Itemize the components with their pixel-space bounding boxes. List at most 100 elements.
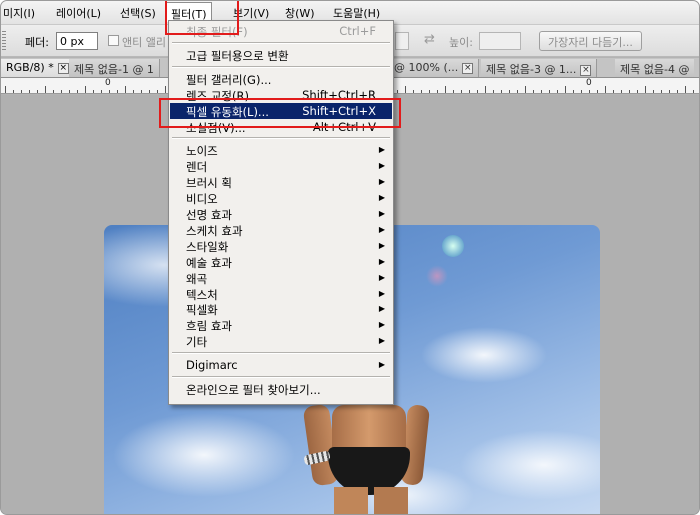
submenu-arrow-icon: ▶ — [378, 288, 385, 298]
tab-label: 제목 없음-3 @ 1... — [486, 63, 577, 76]
ruler-tick — [581, 90, 582, 93]
ruler-tick — [85, 86, 86, 93]
submenu-arrow-icon: ▶ — [378, 193, 385, 203]
ruler-tick — [437, 90, 438, 93]
model-figure — [302, 403, 434, 514]
filter-menu-item[interactable]: 스케치 효과 ▶ — [170, 222, 392, 238]
filter-menu-item[interactable]: 흐림 효과 ▶ — [170, 317, 392, 333]
filter-menu-item[interactable]: 예술 효과 ▶ — [170, 254, 392, 270]
close-icon[interactable]: × — [580, 64, 592, 76]
close-icon[interactable]: × — [57, 62, 69, 74]
filter-menu-item[interactable]: 선명 효과 ▶ — [170, 206, 392, 222]
ruler-tick — [597, 90, 598, 93]
refine-edge-button[interactable]: 가장자리 다듬기... — [539, 31, 642, 51]
tab-document-100[interactable]: @ 100% (... × — [389, 59, 480, 77]
menu-item-label: 고급 필터용으로 변환 — [186, 48, 289, 63]
filter-menu-item[interactable]: 렌더 ▶ — [170, 158, 392, 174]
ruler-tick — [549, 90, 550, 93]
feather-label: 페더: — [25, 36, 49, 49]
ruler-tick — [21, 90, 22, 93]
menu-select[interactable]: 선택(S) — [120, 5, 156, 21]
filter-menu-item[interactable]: Digimarc ▶ — [170, 357, 392, 373]
submenu-arrow-icon: ▶ — [378, 240, 385, 250]
menu-window[interactable]: 창(W) — [285, 5, 315, 21]
ruler-tick — [421, 90, 422, 93]
figure-leg — [374, 487, 408, 514]
submenu-arrow-icon: ▶ — [378, 320, 385, 330]
tab-untitled-4[interactable]: 제목 없음-4 @ — [615, 59, 695, 77]
close-icon[interactable]: × — [462, 62, 474, 74]
tab-label: 제목 없음-4 @ — [620, 63, 690, 76]
menu-item-label: 브러시 획 — [186, 176, 232, 191]
tab-untitled-1[interactable]: 제목 없음-1 @ 1 — [69, 59, 160, 77]
filter-menu-item[interactable]: 노이즈 ▶ — [170, 142, 392, 158]
width-input[interactable] — [395, 32, 409, 50]
menu-layer[interactable]: 레이어(L) — [56, 5, 101, 21]
tab-label: @ 100% (... — [394, 61, 459, 74]
filter-menu-item[interactable]: 고급 필터용으로 변환 — [170, 47, 392, 63]
filter-menu-item[interactable]: 스타일화 ▶ — [170, 238, 392, 254]
ruler-tick — [653, 90, 654, 93]
submenu-arrow-icon: ▶ — [378, 145, 385, 155]
ruler-tick — [149, 90, 150, 93]
ruler-tick — [477, 90, 478, 93]
filter-menu-highlight — [165, 1, 239, 35]
ruler-tick — [117, 90, 118, 93]
filter-menu-item[interactable]: 비디오 ▶ — [170, 190, 392, 206]
ruler-tick — [453, 90, 454, 93]
menu-item-shortcut: Ctrl+F — [339, 24, 376, 38]
ruler-tick — [61, 90, 62, 93]
menu-item-label: Digimarc — [186, 358, 238, 373]
filter-menu-item[interactable]: 필터 갤러리(G)... — [170, 71, 392, 87]
ruler-tick — [685, 86, 686, 93]
ruler-tick — [573, 90, 574, 93]
ruler-tick — [629, 90, 630, 93]
filter-menu-item[interactable]: 온라인으로 필터 찾아보기... — [170, 381, 392, 397]
menu-separator — [172, 376, 390, 378]
ruler-tick — [637, 90, 638, 93]
antialias-checkbox[interactable] — [108, 35, 119, 46]
tab-current-document[interactable]: RGB/8) * × — [1, 59, 75, 77]
ruler-tick — [69, 90, 70, 93]
ruler-tick — [533, 90, 534, 93]
submenu-arrow-icon: ▶ — [378, 336, 385, 346]
filter-menu-item[interactable]: 텍스처 ▶ — [170, 286, 392, 302]
filter-menu-item[interactable]: 왜곡 ▶ — [170, 270, 392, 286]
filter-menu-item[interactable]: 기타 ▶ — [170, 333, 392, 349]
ruler-tick — [5, 86, 6, 93]
menu-item-label: 예술 효과 — [186, 255, 232, 270]
tab-untitled-3[interactable]: 제목 없음-3 @ 1... × — [481, 59, 598, 77]
menu-separator — [172, 65, 390, 68]
ruler-tick — [493, 90, 494, 93]
ruler-tick — [557, 90, 558, 93]
ruler-tick — [101, 90, 102, 93]
ruler-tick — [77, 90, 78, 93]
filter-menu-item[interactable]: 브러시 획 ▶ — [170, 174, 392, 190]
menu-item-label: 스타일화 — [186, 239, 229, 254]
menu-separator — [172, 352, 390, 355]
menu-item-label: 픽셀화 — [186, 303, 218, 318]
tab-label: 제목 없음-1 @ 1 — [74, 63, 154, 76]
menu-image[interactable]: 미지(I) — [3, 5, 35, 21]
ruler-tick — [37, 90, 38, 93]
ruler-tick — [677, 90, 678, 93]
menu-item-label: 렌더 — [186, 160, 208, 175]
swap-icon[interactable]: ⇄ — [424, 32, 435, 47]
ruler-zero-label: 0 — [586, 78, 592, 88]
menu-item-label: 노이즈 — [186, 144, 218, 159]
submenu-arrow-icon: ▶ — [378, 161, 385, 171]
ruler-tick — [621, 90, 622, 93]
filter-menu-item[interactable]: 픽셀화 ▶ — [170, 301, 392, 317]
photoshop-window: 미지(I) 레이어(L) 선택(S) 필터(T) 보기(V) 창(W) 도움말(… — [0, 0, 700, 515]
ruler-zero-label: 0 — [105, 78, 111, 88]
ruler-tick — [125, 86, 126, 93]
menu-separator — [172, 137, 390, 140]
options-grip[interactable] — [2, 31, 6, 51]
ruler-tick — [413, 90, 414, 93]
antialias-label: 앤티 앨리 — [122, 36, 166, 49]
feather-input[interactable] — [56, 32, 98, 50]
ruler-tick — [93, 90, 94, 93]
submenu-arrow-icon: ▶ — [378, 360, 385, 370]
height-input[interactable] — [479, 32, 521, 50]
menu-help[interactable]: 도움말(H) — [333, 5, 380, 21]
